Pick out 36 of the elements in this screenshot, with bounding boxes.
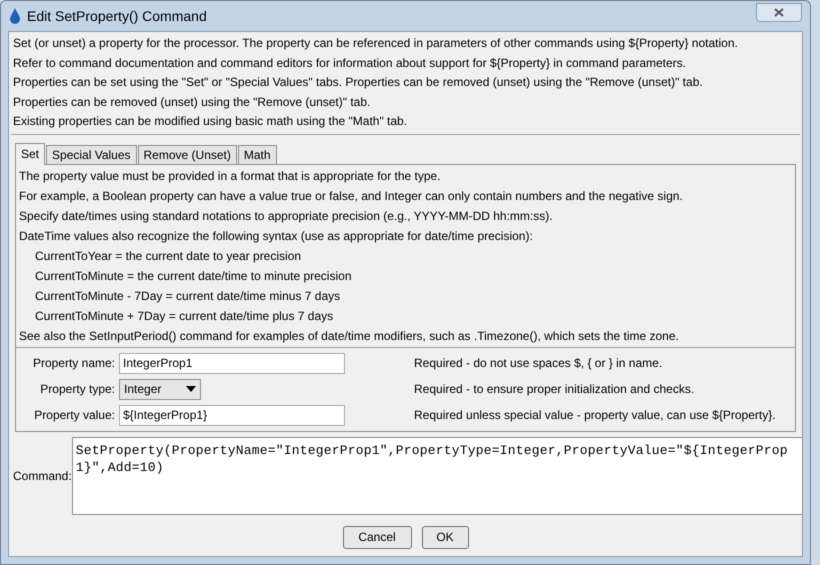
close-button[interactable]	[756, 2, 802, 22]
info-text: CurrentToYear = the current date to year precision	[34, 248, 302, 264]
caret-icon	[186, 386, 196, 392]
field-label: Property value:	[33, 407, 116, 424]
info-text: See also the SetInputPeriod() command for examples of date/time modifiers, such as .Timezone(), which sets the time zone.	[18, 328, 680, 344]
dialog-button[interactable]: OK	[422, 526, 468, 548]
field-hint: Required unless special value - property value, can use ${Property}.	[414, 407, 776, 424]
field-hint: Required - do not use spaces $, { or } in name.	[414, 355, 662, 372]
description-text: Existing properties can be modified using basic math using the "Math" tab.	[12, 113, 408, 130]
description-text: Properties can be removed (unset) using the "Remove (unset)" tab.	[12, 94, 372, 110]
tab[interactable]: Set	[15, 142, 46, 164]
info-text: For example, a Boolean property can have a value true or false, and Integer can only contain numbers and the negative sign.	[18, 188, 684, 204]
tab[interactable]: Special Values	[46, 144, 137, 164]
command-label: Command:	[13, 468, 72, 484]
info-text: CurrentToMinute = the current date/time to minute precision	[34, 268, 352, 284]
description-text: Properties can be set using the "Set" or "Special Values" tabs. Properties can be removed (unset) using the "Remove (unset)" tab.	[12, 74, 704, 91]
window-title: Edit SetProperty() Command	[27, 6, 207, 26]
tab[interactable]: Remove (Unset)	[138, 144, 237, 164]
field-label: Property type:	[39, 381, 116, 398]
info-text: DateTime values also recognize the following syntax (use as appropriate for date/time precision):	[18, 228, 534, 244]
info-text: Specify date/times using standard notations to appropriate precision (e.g., YYYY-MM-DD hh:mm:ss).	[18, 208, 554, 224]
description-text: Refer to command documentation and command editors for information about support for ${Property} in command parameters.	[12, 54, 688, 72]
info-text: CurrentToMinute - 7Day = current date/time minus 7 days	[34, 288, 342, 304]
dialog-button[interactable]: Cancel	[342, 526, 412, 548]
info-text: The property value must be provided in a format that is appropriate for the type.	[18, 168, 442, 184]
tab[interactable]: Math	[238, 144, 277, 164]
type-dropdown[interactable]: Integer	[119, 378, 201, 400]
field-hint: Required - to ensure proper initialization and checks.	[414, 381, 694, 398]
description-text: Set (or unset) a property for the processor. The property can be referenced in parameters of other commands using ${Property} notation.	[12, 35, 739, 52]
info-text: CurrentToMinute + 7Day = current date/time plus 7 days	[34, 308, 334, 324]
command-text-area[interactable]: SetProperty(PropertyName="IntegerProp1",PropertyType=Integer,PropertyValue="${IntegerProp1}",Add=10)	[72, 436, 803, 514]
field-label: Property name:	[32, 355, 116, 372]
text-field[interactable]: ${IntegerProp1}	[119, 404, 345, 426]
close-icon	[774, 8, 784, 16]
droplet-icon	[9, 8, 21, 24]
text-field[interactable]: IntegerProp1	[119, 352, 345, 374]
